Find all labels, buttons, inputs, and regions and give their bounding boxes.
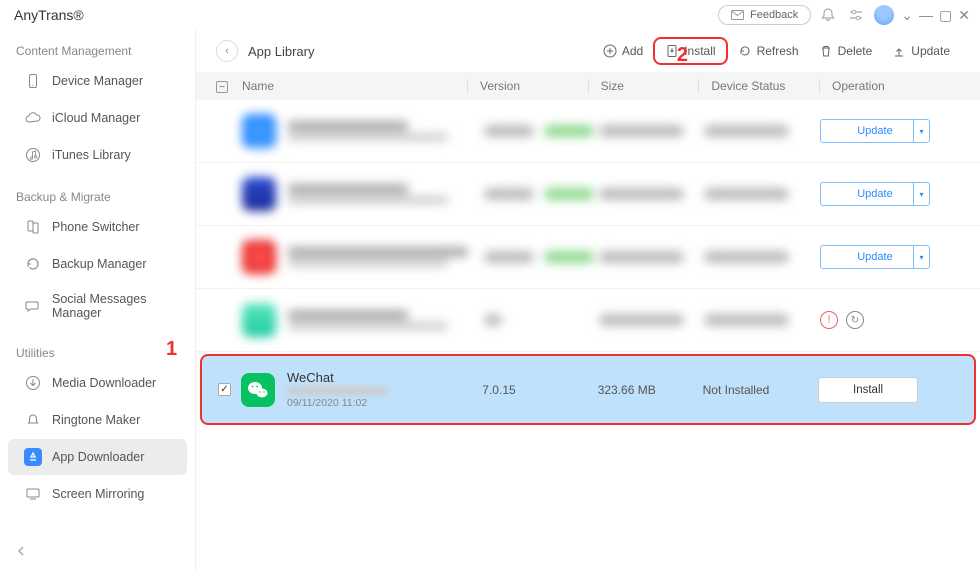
warning-icon[interactable]: ! [820, 311, 838, 329]
app-title: AnyTrans® [14, 7, 84, 23]
add-button[interactable]: Add [593, 39, 653, 63]
content-toolbar: ‹ App Library Add Install Refresh Delete [196, 30, 980, 72]
table-header: − Name Version Size Device Status Operat… [196, 72, 980, 100]
sidebar-item-icloud-manager[interactable]: iCloud Manager [8, 100, 187, 136]
sidebar-item-label: Media Downloader [52, 376, 156, 390]
table-row[interactable]: Update▾ [196, 163, 980, 226]
table-row-selected[interactable]: ✓ WeChat 09/11/2020 11:02 7.0.15 323.66 … [200, 354, 976, 425]
sidebar-item-label: Social Messages Manager [52, 292, 171, 320]
backup-icon [24, 255, 42, 273]
device-icon [24, 72, 42, 90]
sidebar-item-label: iCloud Manager [52, 111, 140, 125]
row-checkbox[interactable]: ✓ [218, 383, 231, 396]
sidebar: Content Management Device Manager iCloud… [0, 30, 196, 570]
window-header: AnyTrans® Feedback ⌄ — ▢ ✕ [0, 0, 980, 30]
update-icon [892, 44, 906, 58]
breadcrumb-title: App Library [248, 44, 314, 59]
sidebar-item-app-downloader[interactable]: App Downloader [8, 439, 187, 475]
account-avatar[interactable] [873, 4, 895, 26]
update-button[interactable]: Update [882, 39, 960, 63]
sidebar-item-phone-switcher[interactable]: Phone Switcher [8, 209, 187, 245]
delete-button[interactable]: Delete [809, 39, 883, 63]
refresh-button[interactable]: Refresh [728, 39, 809, 63]
sidebar-item-label: Ringtone Maker [52, 413, 140, 427]
screen-mirror-icon [24, 485, 42, 503]
annotation-1: 1 [166, 338, 177, 361]
sidebar-item-ringtone-maker[interactable]: Ringtone Maker [8, 402, 187, 438]
app-size: 323.66 MB [598, 383, 656, 397]
table-row[interactable]: Update▾ [196, 226, 980, 289]
window-maximize[interactable]: ▢ [939, 7, 952, 24]
app-date: 09/11/2020 11:02 [287, 397, 387, 409]
cloud-icon [24, 109, 42, 127]
col-version[interactable]: Version [468, 79, 589, 93]
sidebar-section-title: Backup & Migrate [0, 184, 195, 208]
install-button[interactable]: Install [653, 37, 727, 65]
feedback-button[interactable]: Feedback [718, 5, 811, 25]
row-update-button[interactable]: Update▾ [820, 245, 930, 269]
annotation-2: 2 [677, 44, 688, 67]
row-install-button[interactable]: Install [818, 377, 918, 403]
chevron-down-icon[interactable]: ▾ [913, 183, 929, 205]
sidebar-item-label: App Downloader [52, 450, 144, 464]
col-status[interactable]: Device Status [699, 79, 820, 93]
wechat-icon [241, 373, 275, 407]
table-body: Update▾ Update▾ [196, 100, 980, 425]
col-size[interactable]: Size [589, 79, 700, 93]
feedback-label: Feedback [750, 9, 798, 21]
sidebar-section-title: Content Management [0, 38, 195, 62]
chat-icon [24, 297, 42, 315]
col-operation[interactable]: Operation [820, 79, 960, 93]
sidebar-item-label: Backup Manager [52, 257, 147, 271]
mail-icon [731, 10, 744, 20]
sidebar-item-backup-manager[interactable]: Backup Manager [8, 246, 187, 282]
table-row[interactable]: Update▾ [196, 100, 980, 163]
col-name[interactable]: Name [242, 79, 468, 93]
phone-switch-icon [24, 218, 42, 236]
trash-icon [819, 44, 833, 58]
sidebar-item-label: Screen Mirroring [52, 487, 144, 501]
chevron-down-icon[interactable]: ▾ [913, 246, 929, 268]
sidebar-item-device-manager[interactable]: Device Manager [8, 63, 187, 99]
row-update-button[interactable]: Update▾ [820, 182, 930, 206]
sidebar-item-label: Phone Switcher [52, 220, 140, 234]
refresh-icon [738, 44, 752, 58]
table-row[interactable]: ! ↻ [196, 289, 980, 352]
app-store-icon [24, 448, 42, 466]
app-status: Not Installed [703, 383, 770, 397]
row-update-button[interactable]: Update▾ [820, 119, 930, 143]
back-button[interactable]: ‹ [216, 40, 238, 62]
sidebar-item-itunes-library[interactable]: iTunes Library [8, 137, 187, 173]
settings-slider-icon[interactable] [845, 4, 867, 26]
music-note-icon [24, 146, 42, 164]
window-dropdown[interactable]: ⌄ [901, 7, 913, 24]
chevron-down-icon[interactable]: ▾ [913, 120, 929, 142]
window-close[interactable]: ✕ [958, 7, 970, 24]
sidebar-item-label: Device Manager [52, 74, 143, 88]
sidebar-item-media-downloader[interactable]: Media Downloader [8, 365, 187, 401]
download-icon [24, 374, 42, 392]
app-subtitle-blurred [287, 387, 387, 395]
sidebar-item-social-messages[interactable]: Social Messages Manager [8, 283, 187, 329]
sidebar-collapse[interactable] [14, 544, 28, 558]
select-all-checkbox[interactable]: − [216, 81, 228, 93]
sidebar-item-label: iTunes Library [52, 148, 131, 162]
ringtone-icon [24, 411, 42, 429]
window-minimize[interactable]: — [919, 7, 933, 23]
plus-circle-icon [603, 44, 617, 58]
app-version: 7.0.15 [482, 383, 515, 397]
row-refresh-icon[interactable]: ↻ [846, 311, 864, 329]
content-area: 2 ‹ App Library Add Install Refresh Dele… [196, 30, 980, 570]
app-name: WeChat [287, 370, 387, 385]
bell-icon[interactable] [817, 4, 839, 26]
sidebar-item-screen-mirroring[interactable]: Screen Mirroring [8, 476, 187, 512]
